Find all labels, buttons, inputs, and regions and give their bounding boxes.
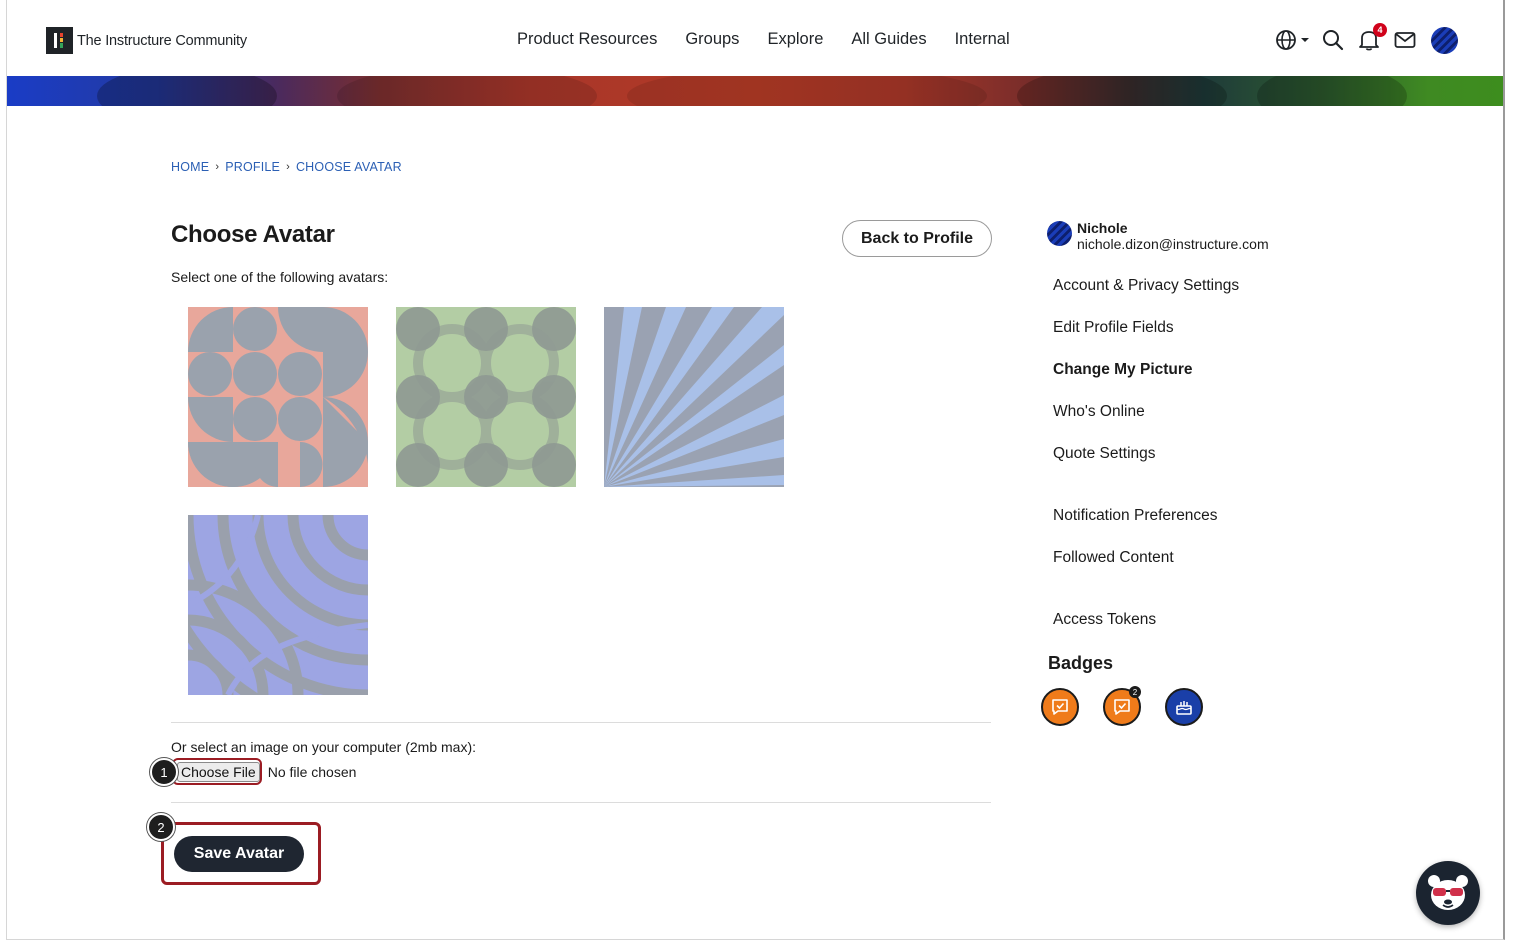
avatar-instructions: Select one of the following avatars: [171, 269, 389, 285]
sidebar-link-account-privacy[interactable]: Account & Privacy Settings [1053, 277, 1239, 295]
site-title: The Instructure Community [77, 32, 247, 49]
site-logo[interactable]: The Instructure Community [46, 27, 247, 54]
sidebar-link-change-my-picture[interactable]: Change My Picture [1053, 361, 1193, 379]
avatar-circles-green-image [396, 307, 576, 487]
badge-birthday-cake[interactable] [1165, 688, 1203, 726]
breadcrumb-separator: › [215, 161, 220, 173]
user-card: Nichole nichole.dizon@instructure.com [1047, 220, 1269, 252]
sidebar-link-edit-profile-fields[interactable]: Edit Profile Fields [1053, 319, 1174, 337]
site-header: The Instructure Community Product Resour… [7, 0, 1503, 76]
avatar-option-waves-purple[interactable] [188, 515, 368, 695]
back-to-profile-button[interactable]: Back to Profile [842, 220, 992, 257]
section-divider [171, 722, 991, 723]
instructure-logo-icon [46, 27, 73, 54]
avatar-option-circles-green[interactable] [396, 307, 576, 487]
section-divider [171, 802, 991, 803]
nav-internal[interactable]: Internal [955, 30, 1010, 49]
search-icon [1323, 30, 1344, 51]
main-nav: Product Resources Groups Explore All Gui… [517, 30, 1010, 49]
save-avatar-button[interactable]: Save Avatar [174, 836, 304, 872]
mail-icon [1394, 32, 1416, 48]
nav-product-resources[interactable]: Product Resources [517, 30, 657, 49]
comment-check-icon [1052, 699, 1068, 715]
header-banner [7, 76, 1503, 106]
breadcrumb: HOME › PROFILE › CHOOSE AVATAR [171, 160, 402, 174]
avatar-option-geometric-pink[interactable] [188, 307, 368, 487]
avatar-rays-blue-image [604, 307, 784, 487]
callout-number-1: 1 [150, 758, 178, 786]
file-upload-label: Or select an image on your computer (2mb… [171, 739, 477, 755]
comment-check-icon [1114, 699, 1130, 715]
avatar-geometric-pink-image [188, 307, 368, 487]
user-name[interactable]: Nichole [1077, 220, 1269, 236]
breadcrumb-separator: › [286, 161, 290, 173]
sidebar-link-quote-settings[interactable]: Quote Settings [1053, 445, 1156, 463]
user-avatar[interactable] [1047, 221, 1072, 246]
callout-number-2: 2 [147, 813, 175, 841]
sidebar-link-access-tokens[interactable]: Access Tokens [1053, 611, 1156, 629]
file-status: No file chosen [267, 764, 357, 780]
breadcrumb-home[interactable]: HOME [171, 160, 209, 174]
page-title: Choose Avatar [171, 221, 335, 248]
badge-comment-check[interactable] [1041, 688, 1079, 726]
messages-button[interactable] [1391, 26, 1419, 54]
callout-highlight-choose-file [172, 758, 262, 785]
user-email: nichole.dizon@instructure.com [1077, 236, 1269, 252]
header-actions: 4 [1275, 23, 1458, 54]
language-selector[interactable] [1275, 26, 1311, 54]
badge-level-count: 2 [1129, 686, 1141, 698]
nav-explore[interactable]: Explore [767, 30, 823, 49]
search-button[interactable] [1319, 26, 1347, 54]
avatar-option-rays-blue[interactable] [604, 307, 784, 487]
sidebar-link-notification-preferences[interactable]: Notification Preferences [1053, 507, 1218, 525]
nav-all-guides[interactable]: All Guides [851, 30, 926, 49]
notification-count-badge: 4 [1373, 23, 1387, 37]
badges-heading: Badges [1048, 653, 1114, 673]
badge-comment-check-level-2[interactable]: 2 [1103, 686, 1141, 726]
nav-groups[interactable]: Groups [685, 30, 739, 49]
birthday-cake-icon [1176, 701, 1192, 715]
notifications-button[interactable]: 4 [1355, 23, 1387, 54]
panda-chat-button[interactable] [1416, 861, 1480, 925]
browser-frame: The Instructure Community Product Resour… [6, 0, 1505, 940]
globe-icon [1276, 30, 1309, 50]
avatar-waves-purple-image [188, 515, 368, 695]
user-avatar-menu[interactable] [1431, 26, 1458, 54]
sidebar-link-followed-content[interactable]: Followed Content [1053, 549, 1174, 567]
breadcrumb-choose-avatar[interactable]: CHOOSE AVATAR [296, 160, 402, 174]
panda-mascot-icon [1428, 875, 1468, 910]
breadcrumb-profile[interactable]: PROFILE [225, 160, 280, 174]
sidebar-link-whos-online[interactable]: Who's Online [1053, 403, 1145, 421]
